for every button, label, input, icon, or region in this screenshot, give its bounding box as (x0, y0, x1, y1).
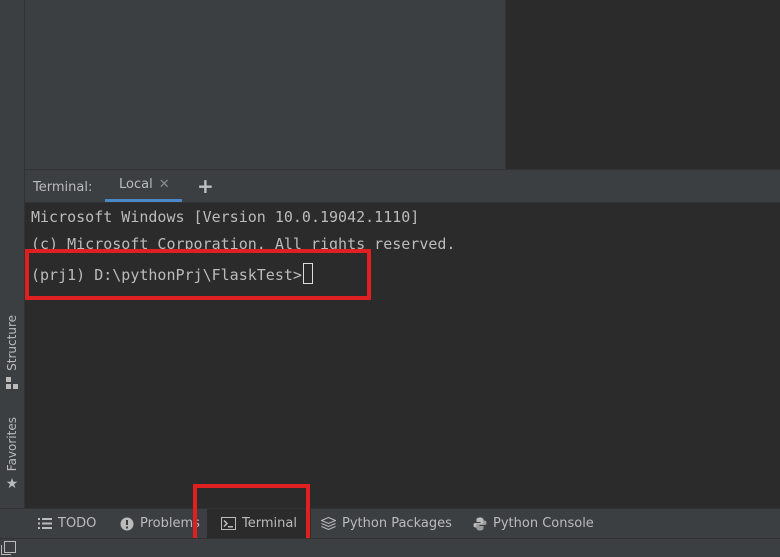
bottom-tab-label: Problems (140, 516, 200, 531)
structure-label: Structure (5, 315, 19, 371)
close-icon[interactable]: ✕ (159, 177, 170, 192)
terminal-header: Terminal: Local ✕ + (25, 169, 780, 203)
terminal-tab-label: Local (119, 177, 153, 192)
bottom-tab-label: Terminal (242, 516, 297, 531)
bottom-tab-python-packages[interactable]: Python Packages (321, 509, 452, 538)
left-tool-strip: Structure Favorites ★ (0, 0, 25, 538)
editor-area (25, 0, 505, 169)
terminal-icon (221, 517, 236, 530)
terminal-line: (c) Microsoft Corporation. All rights re… (31, 235, 456, 253)
terminal-prompt: (prj1) D:\pythonPrj\FlaskTest> (31, 266, 302, 284)
text-cursor (302, 263, 313, 284)
terminal-output[interactable]: Microsoft Windows [Version 10.0.19042.11… (25, 203, 780, 508)
terminal-prompt-line[interactable]: (prj1) D:\pythonPrj\FlaskTest> (31, 263, 313, 284)
structure-icon (6, 376, 18, 392)
terminal-tab-local[interactable]: Local ✕ (105, 170, 182, 202)
status-bar (0, 538, 780, 557)
bottom-tab-label: Python Console (493, 516, 594, 531)
bottom-tab-todo[interactable]: TODO (38, 509, 96, 538)
list-icon (38, 518, 52, 529)
layout-toggle-icon[interactable] (1, 541, 16, 555)
bottom-tool-bar: TODO Problems Terminal Python Packages P… (0, 508, 780, 538)
layers-icon (321, 516, 336, 531)
favorites-label: Favorites (5, 417, 19, 472)
favorites-tool-tab[interactable]: Favorites ★ (0, 417, 24, 491)
structure-tool-tab[interactable]: Structure (0, 315, 24, 392)
bottom-tab-label: TODO (58, 516, 97, 531)
bottom-tab-python-console[interactable]: Python Console (473, 509, 594, 538)
bottom-tab-terminal[interactable]: Terminal (207, 509, 311, 538)
python-icon (473, 517, 487, 531)
bottom-tab-problems[interactable]: Problems (120, 509, 200, 538)
terminal-title: Terminal: (33, 180, 93, 195)
editor-side-panel (505, 0, 780, 169)
star-icon: ★ (5, 476, 19, 493)
terminal-line: Microsoft Windows [Version 10.0.19042.11… (31, 208, 420, 226)
add-tab-icon[interactable]: + (197, 174, 214, 198)
bottom-tab-label: Python Packages (342, 516, 452, 531)
problems-icon (120, 517, 134, 531)
